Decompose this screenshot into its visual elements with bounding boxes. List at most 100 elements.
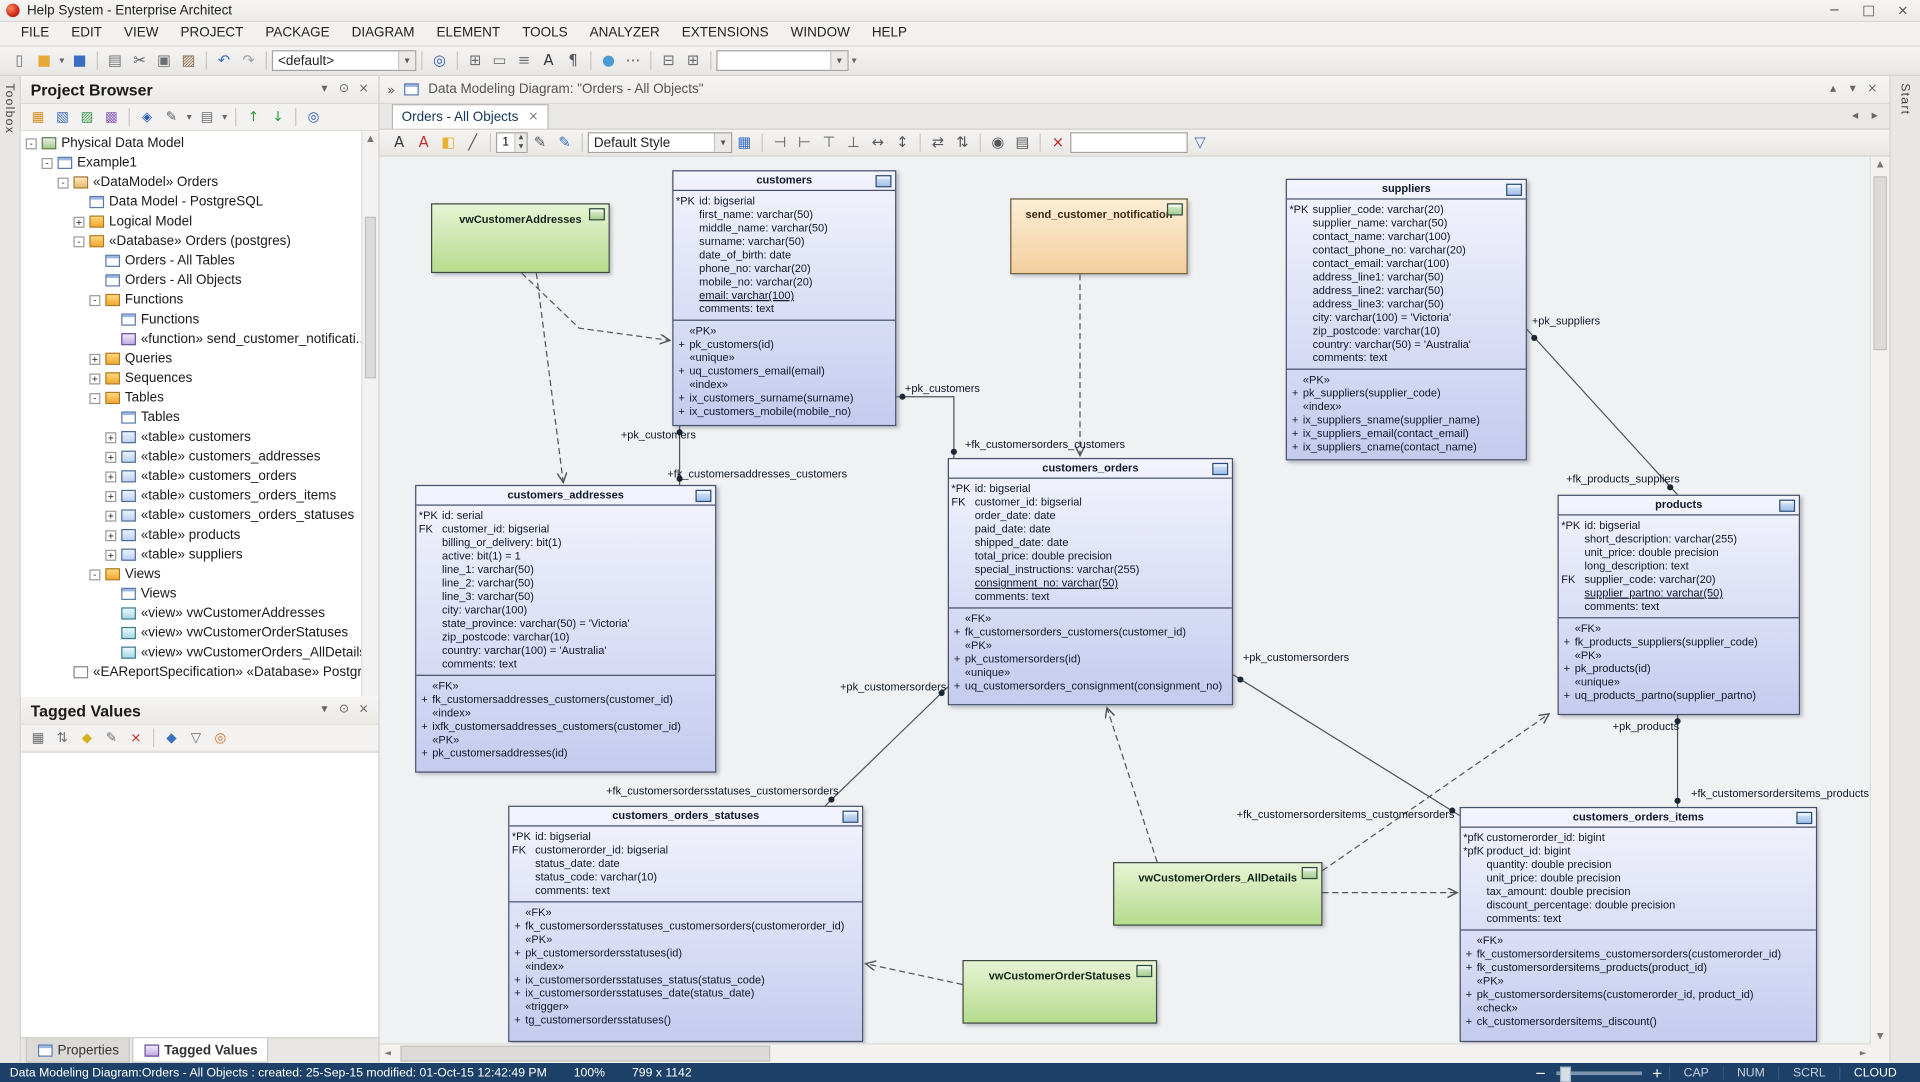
undo-icon[interactable]: ↶ xyxy=(213,50,235,71)
attribute-row[interactable]: shipped_date: date xyxy=(949,536,1229,549)
dep-vwcustomeraddresses-customers[interactable] xyxy=(521,272,670,340)
attribute-row[interactable]: date_of_birth: date xyxy=(673,249,892,262)
tree-item[interactable]: Data Model - PostgreSQL xyxy=(21,192,379,212)
dep-vworderstatuses-statuses[interactable] xyxy=(866,964,963,986)
key-row[interactable]: + ix_suppliers_sname(supplier_name) xyxy=(1287,414,1523,427)
key-row[interactable]: + pk_customersorders(id) xyxy=(949,653,1229,666)
attribute-row[interactable]: unit_price: double precision xyxy=(1461,872,1814,885)
style-combo[interactable]: Default Style ▾ xyxy=(587,132,733,154)
attribute-row[interactable]: comments: text xyxy=(416,658,712,671)
copy-icon[interactable]: ▣ xyxy=(153,50,175,71)
menu-help[interactable]: HELP xyxy=(861,22,918,45)
same-height-icon[interactable]: ↕ xyxy=(891,132,913,153)
key-row[interactable]: + ix_customersordersstatuses_date(status_… xyxy=(509,987,859,1000)
align-bottom-icon[interactable]: ⊥ xyxy=(842,132,864,153)
attribute-row[interactable]: tax_amount: double precision xyxy=(1461,885,1814,898)
tree-item[interactable]: - Example1 xyxy=(21,153,379,173)
scroll-left-icon[interactable]: ◄ xyxy=(380,1046,396,1062)
key-row[interactable]: + ix_suppliers_cname(contact_name) xyxy=(1287,441,1523,454)
tv-tag-blue-icon[interactable]: ◆ xyxy=(160,728,182,748)
tab-close-icon[interactable]: × xyxy=(528,110,538,123)
view-vwCustomerAddresses[interactable]: vwCustomerAddresses xyxy=(431,203,610,274)
chevron-down-icon[interactable]: ▾ xyxy=(397,51,416,70)
space-horizontal-icon[interactable]: ⇄ xyxy=(927,132,949,153)
attribute-row[interactable]: comments: text xyxy=(1559,600,1797,613)
new-diagram-icon[interactable]: ▧ xyxy=(51,107,73,127)
attribute-row[interactable]: FK supplier_code: varchar(20) xyxy=(1559,573,1797,586)
maximize-button[interactable]: □ xyxy=(1851,0,1885,21)
tree-item[interactable]: Tables xyxy=(21,408,379,428)
key-row[interactable]: + fk_customersordersitems_products(produc… xyxy=(1461,961,1814,974)
attribute-row[interactable]: state_province: varchar(50) = 'Victoria' xyxy=(416,617,712,630)
attribute-row[interactable]: line_2: varchar(50) xyxy=(416,577,712,590)
tree-item[interactable]: «EAReportSpecification» «Database» Postg… xyxy=(21,662,378,682)
tv-sync-icon[interactable]: ◎ xyxy=(209,728,231,748)
menu-tools[interactable]: TOOLS xyxy=(511,22,578,45)
save-icon[interactable]: ■ xyxy=(69,50,91,71)
menu-diagram[interactable]: DIAGRAM xyxy=(341,22,426,45)
zoom-in-button[interactable]: + xyxy=(1645,1065,1669,1081)
chevron-down-icon[interactable]: ▾ xyxy=(830,51,848,70)
key-row[interactable]: + uq_customersorders_consignment(consignm… xyxy=(949,680,1229,693)
tree-item[interactable]: + Logical Model xyxy=(21,212,379,232)
attribute-row[interactable]: *pfK customerorder_id: bigint xyxy=(1461,831,1814,844)
attribute-row[interactable]: special_instructions: varchar(255) xyxy=(949,563,1229,576)
tree-item[interactable]: + «table» customers_orders_items xyxy=(21,486,379,506)
expand-toggle-icon[interactable]: - xyxy=(89,568,101,580)
tree-item[interactable]: Orders - All Tables xyxy=(21,251,379,271)
entity-products[interactable]: products *PK id: bigserial short_descriptio… xyxy=(1557,494,1801,716)
chevron-down-icon[interactable]: ▾ xyxy=(315,77,335,101)
key-row[interactable]: + uq_customers_email(email) xyxy=(673,365,892,378)
line-color-icon[interactable]: ╱ xyxy=(462,132,484,153)
attribute-row[interactable]: zip_postcode: varchar(10) xyxy=(416,631,712,644)
chevron-down-icon[interactable]: ▾ xyxy=(315,698,335,722)
attribute-row[interactable]: *PK supplier_code: varchar(20) xyxy=(1287,203,1523,216)
expand-toggle-icon[interactable]: + xyxy=(89,372,101,384)
move-up-icon[interactable]: ↑ xyxy=(242,107,264,127)
tree-item[interactable]: + Sequences xyxy=(21,369,379,389)
key-row[interactable]: + ix_customersordersstatuses_status(statu… xyxy=(509,973,859,986)
tv-tag-icon[interactable]: ◆ xyxy=(76,728,98,748)
diagram-canvas[interactable]: customers *PK id: bigserial first_name: var… xyxy=(379,156,1872,1045)
tree-item[interactable]: - «DataModel» Orders xyxy=(21,173,379,193)
entity-customers[interactable]: customers *PK id: bigserial first_name: var… xyxy=(672,170,897,427)
paste-icon[interactable]: ▨ xyxy=(178,50,200,71)
entity-customers_orders[interactable]: customers_orders *PK id: bigserial FK custom… xyxy=(947,457,1234,706)
key-row[interactable]: + ix_customers_surname(surname) xyxy=(673,392,892,405)
tree-item[interactable]: + «table» customers xyxy=(21,427,379,447)
close-icon[interactable]: × xyxy=(354,698,374,722)
align-right-icon[interactable]: ⊢ xyxy=(793,132,815,153)
tree-item[interactable]: Orders - All Objects xyxy=(21,271,379,291)
pin-icon[interactable]: ⊙ xyxy=(334,698,354,722)
assoc-customers-customersorders[interactable] xyxy=(896,396,955,458)
collapse-up-icon[interactable]: ▴ xyxy=(1823,77,1843,101)
attribute-row[interactable]: city: varchar(100) = 'Victoria' xyxy=(1287,311,1523,324)
tree-item[interactable]: - Tables xyxy=(21,388,379,408)
tv-grid-icon[interactable]: ▦ xyxy=(27,728,49,748)
key-row[interactable]: + uq_products_partno(supplier_partno) xyxy=(1559,689,1797,702)
close-icon[interactable]: × xyxy=(354,77,374,101)
menu-edit[interactable]: EDIT xyxy=(60,22,113,45)
attribute-row[interactable]: FK customer_id: bigserial xyxy=(949,496,1229,509)
expand-toggle-icon[interactable]: + xyxy=(105,510,117,522)
font-style-icon[interactable]: A xyxy=(388,132,410,153)
frame-icon[interactable]: ▭ xyxy=(489,50,511,71)
attribute-row[interactable]: order_date: date xyxy=(949,509,1229,522)
tree-item[interactable]: «view» vwCustomerAddresses xyxy=(21,604,379,624)
expand-toggle-icon[interactable]: + xyxy=(89,353,101,365)
menu-view[interactable]: VIEW xyxy=(113,22,169,45)
delete-icon[interactable]: × xyxy=(1047,132,1069,153)
toolbox-strip[interactable]: Toolbox xyxy=(0,75,21,1063)
attribute-row[interactable]: line_3: varchar(50) xyxy=(416,590,712,603)
key-row[interactable]: + pk_suppliers(supplier_code) xyxy=(1287,387,1523,400)
assoc-customersorders-statuses[interactable] xyxy=(824,686,949,807)
space-vertical-icon[interactable]: ⇅ xyxy=(951,132,973,153)
pin-icon[interactable]: ⊙ xyxy=(334,77,354,101)
key-row[interactable]: + pk_customers(id) xyxy=(673,338,892,351)
new-element-icon[interactable]: ▨ xyxy=(76,107,98,127)
attribute-row[interactable]: *PK id: bigserial xyxy=(949,482,1229,495)
expand-toggle-icon[interactable]: - xyxy=(57,176,69,188)
hscroll-thumb[interactable] xyxy=(400,1045,771,1062)
start-strip[interactable]: Start xyxy=(1889,75,1920,1063)
expand-toggle-icon[interactable]: + xyxy=(105,431,117,443)
